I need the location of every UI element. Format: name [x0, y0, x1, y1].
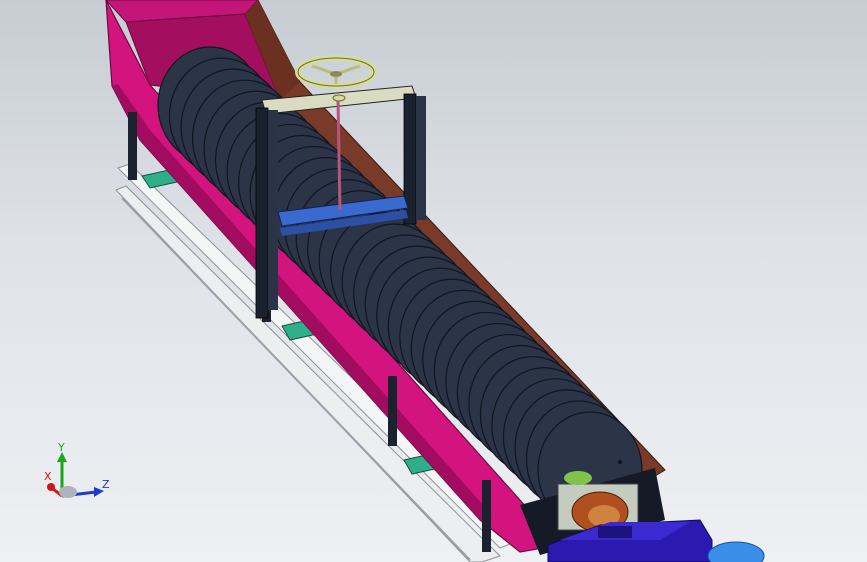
- frame-left-post: [255, 107, 269, 319]
- handwheel-base: [332, 94, 346, 102]
- motor-end-cap: [707, 541, 765, 562]
- flight-bolt: [617, 459, 623, 465]
- support-leg: [388, 376, 397, 446]
- handwheel-hub: [330, 71, 342, 77]
- motor-terminal-box: [598, 526, 632, 538]
- triad-origin: [59, 486, 77, 498]
- coordinate-triad: Y X Z: [44, 441, 110, 498]
- support-leg: [128, 112, 137, 180]
- triad-x-label: X: [44, 470, 52, 483]
- frame-right-post-inner: [416, 96, 426, 220]
- triad-x-marker: [47, 483, 55, 491]
- lifting-screw: [336, 99, 342, 211]
- triad-z-label: Z: [102, 478, 110, 491]
- screw-flights: [157, 46, 643, 529]
- support-leg: [482, 480, 491, 552]
- frame-left-post-inner: [268, 110, 278, 310]
- shaft-collar: [564, 471, 592, 485]
- triad-y-label: Y: [57, 441, 65, 454]
- 3d-viewport[interactable]: [0, 0, 867, 562]
